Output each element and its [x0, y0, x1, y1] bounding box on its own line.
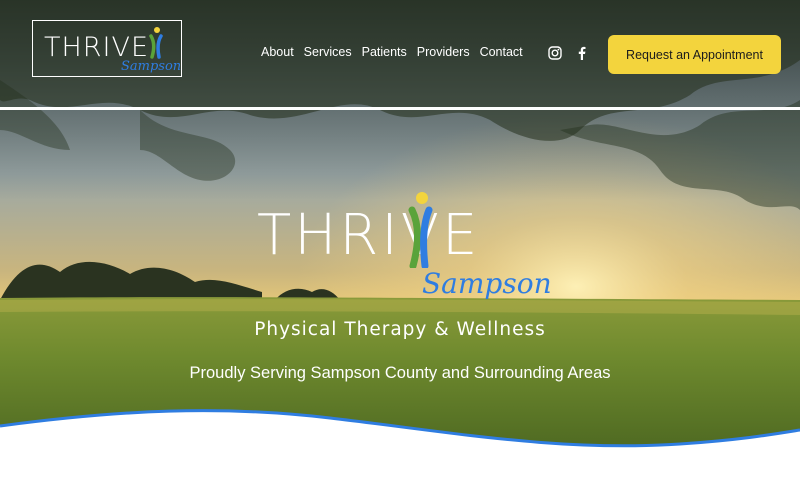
hero-serving-text: Proudly Serving Sampson County and Surro…: [189, 364, 611, 382]
hero-logo-subtitle: Sampson: [422, 267, 552, 300]
nav-link-about[interactable]: About: [261, 45, 294, 59]
hero-logo-figure-icon: [408, 192, 433, 268]
logo-figure-icon: [149, 27, 163, 59]
nav-link-providers[interactable]: Providers: [417, 45, 470, 59]
nav-link-contact[interactable]: Contact: [480, 45, 523, 59]
hero-tagline: Physical Therapy & Wellness: [254, 319, 546, 340]
site-header: THRIVE Sampson About Services Patients P…: [0, 0, 800, 108]
instagram-icon[interactable]: [548, 46, 562, 60]
header-logo[interactable]: THRIVE Sampson: [32, 20, 182, 77]
hero-logo: THRIVE Sampson: [257, 192, 552, 312]
wave-divider: [0, 409, 800, 494]
request-appointment-button[interactable]: Request an Appointment: [608, 35, 781, 74]
logo-subtitle: Sampson: [121, 59, 182, 74]
hero-section: THRIVE Sampson About Services Patients P…: [0, 0, 800, 494]
hero-logo-wordmark: THRIVE: [257, 203, 481, 268]
nav-link-services[interactable]: Services: [304, 45, 352, 59]
main-nav: About Services Patients Providers Contac…: [261, 45, 523, 59]
facebook-icon[interactable]: [575, 46, 589, 60]
header-divider: [0, 107, 800, 110]
nav-link-patients[interactable]: Patients: [362, 45, 407, 59]
logo-wordmark: THRIVE: [44, 32, 150, 63]
